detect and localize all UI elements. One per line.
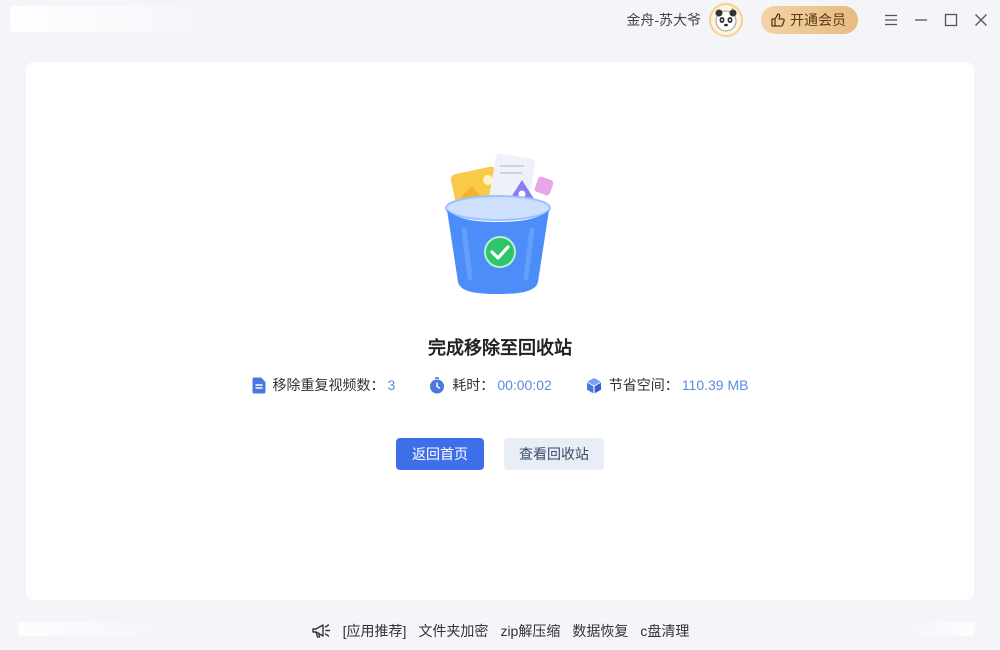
window-controls [876,5,996,35]
stat-removed-value: 3 [387,377,396,393]
action-buttons: 返回首页 查看回收站 [26,438,974,470]
maximize-button[interactable] [936,5,966,35]
stat-time-value: 00:00:02 [497,377,552,393]
clock-icon [430,376,445,393]
vip-label: 开通会员 [790,12,846,28]
footer-link-folder-encrypt[interactable]: 文件夹加密 [418,621,488,641]
user-name[interactable]: 金舟-苏大爷 [626,10,701,30]
title-bar: 金舟-苏大爷 开通会员 [0,0,1000,40]
minimize-icon [915,19,927,21]
app-logo-area [10,6,190,32]
menu-button[interactable] [876,5,906,35]
footer-link-c-drive-clean[interactable]: c盘清理 [640,621,689,641]
stat-space-saved: 节省空间： 110.39 MB [586,375,749,395]
menu-icon [885,14,897,26]
panda-icon [715,7,737,32]
stat-removed-count: 移除重复视频数： 3 [252,375,396,395]
minimize-button[interactable] [906,5,936,35]
thumbs-up-icon [771,13,785,27]
recycle-bin-illustration [445,153,554,294]
megaphone-icon [311,624,330,638]
back-home-button[interactable]: 返回首页 [396,438,484,470]
close-icon [975,14,987,26]
stat-space-value: 110.39 MB [681,377,749,393]
result-stats: 移除重复视频数： 3 耗时： 00:00:02 节省空间： 110.39 MB [26,375,974,395]
recommend-label: [应用推荐] [342,623,407,639]
document-icon [252,377,266,393]
stat-time-label: 耗时： [452,377,495,393]
close-button[interactable] [966,5,996,35]
maximize-icon [944,13,958,27]
cube-icon [586,377,601,393]
stat-time: 耗时： 00:00:02 [429,375,552,395]
view-recycle-bin-button[interactable]: 查看回收站 [504,438,604,470]
vip-button[interactable]: 开通会员 [761,6,858,34]
app-recommend-bar: [应用推荐] 文件夹加密 zip解压缩 数据恢复 c盘清理 [0,620,1000,642]
panda-avatar[interactable] [709,3,743,37]
completion-title: 完成移除至回收站 [428,338,572,358]
stat-removed-label: 移除重复视频数： [272,377,385,393]
footer-link-zip[interactable]: zip解压缩 [500,621,560,641]
footer-link-data-recovery[interactable]: 数据恢复 [572,621,628,641]
result-card: 完成移除至回收站 移除重复视频数： 3 耗时： 00:00:02 节省空间： 1… [26,62,974,600]
stat-space-label: 节省空间： [608,377,679,393]
